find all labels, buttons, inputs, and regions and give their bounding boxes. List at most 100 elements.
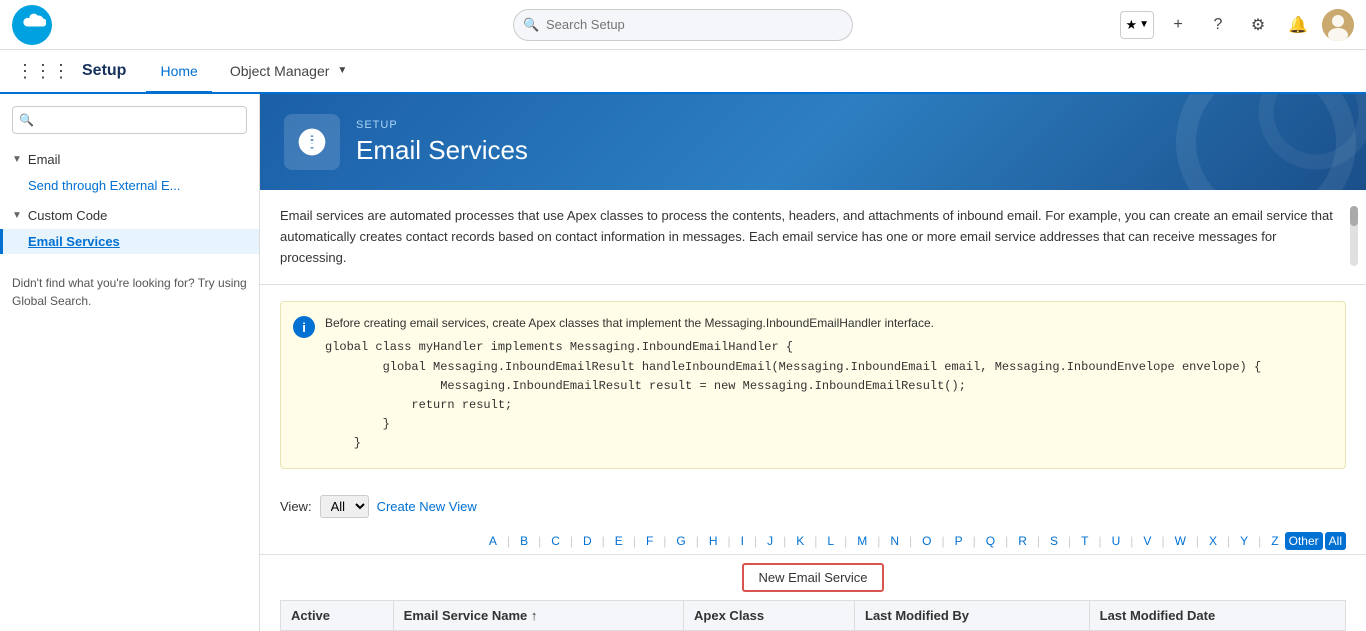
dropdown-icon: ▼: [1139, 19, 1149, 30]
alpha-letter-r[interactable]: R: [1014, 532, 1031, 550]
alpha-separator: |: [629, 532, 640, 550]
scroll-thumb: [1350, 206, 1358, 226]
alpha-separator: |: [1254, 532, 1265, 550]
alpha-letter-t[interactable]: T: [1077, 532, 1092, 550]
sidebar: 🔍 email services ▼ Email Send through Ex…: [0, 94, 260, 631]
sidebar-search-icon: 🔍: [19, 113, 34, 127]
sidebar-item-email-services[interactable]: Email Services: [0, 229, 259, 254]
content-area: SETUP Email Services Email services are …: [260, 94, 1366, 631]
new-email-btn-row: New Email Service: [280, 563, 1346, 592]
alpha-letter-w[interactable]: W: [1171, 532, 1190, 550]
sidebar-search-wrapper: 🔍 email services: [12, 106, 247, 134]
chevron-down-icon: ▼: [337, 65, 347, 76]
table-header-row: Active Email Service Name ↑ Apex Class L…: [281, 600, 1346, 630]
alpha-letter-g[interactable]: G: [672, 532, 689, 550]
alpha-letter-i[interactable]: I: [737, 532, 748, 550]
alpha-letter-h[interactable]: H: [705, 532, 722, 550]
alpha-letter-all[interactable]: All: [1325, 532, 1346, 550]
create-new-view-link[interactable]: Create New View: [377, 499, 477, 514]
alpha-separator: |: [1064, 532, 1075, 550]
alpha-letter-f[interactable]: F: [642, 532, 657, 550]
alpha-letter-m[interactable]: M: [853, 532, 871, 550]
alpha-letter-q[interactable]: Q: [982, 532, 999, 550]
table-area: New Email Service Active Email Service N…: [260, 555, 1366, 631]
code-block: global class myHandler implements Messag…: [325, 338, 1329, 453]
alpha-separator: |: [1157, 532, 1168, 550]
alpha-letter-x[interactable]: X: [1205, 532, 1221, 550]
app-title: Setup: [82, 62, 126, 80]
chevron-down-icon: ▼: [12, 154, 22, 165]
col-email-service-name[interactable]: Email Service Name ↑: [393, 600, 683, 630]
top-nav-actions: ★ ▼ + ? ⚙ 🔔: [1120, 9, 1354, 41]
page-header-text: SETUP Email Services: [356, 119, 1342, 166]
alpha-separator: |: [810, 532, 821, 550]
alpha-separator: |: [692, 532, 703, 550]
alpha-letter-j[interactable]: J: [763, 532, 777, 550]
alpha-separator: |: [1126, 532, 1137, 550]
notifications-button[interactable]: 🔔: [1282, 9, 1314, 41]
tab-home[interactable]: Home: [146, 50, 211, 94]
help-button[interactable]: ?: [1202, 9, 1234, 41]
alpha-separator: |: [1095, 532, 1106, 550]
alpha-separator: |: [969, 532, 980, 550]
view-label: View:: [280, 499, 312, 514]
alpha-letter-c[interactable]: C: [547, 532, 564, 550]
page-header-icon: [284, 114, 340, 170]
alpha-letter-u[interactable]: U: [1108, 532, 1125, 550]
alpha-separator: |: [840, 532, 851, 550]
alpha-letter-v[interactable]: V: [1139, 532, 1155, 550]
alpha-letter-s[interactable]: S: [1046, 532, 1062, 550]
sidebar-section-email-label: Email: [28, 152, 61, 167]
alpha-separator: |: [937, 532, 948, 550]
new-email-service-button[interactable]: New Email Service: [742, 563, 883, 592]
tab-object-manager[interactable]: Object Manager ▼: [216, 50, 362, 94]
alpha-letter-e[interactable]: E: [611, 532, 627, 550]
alpha-letter-other[interactable]: Other: [1285, 532, 1323, 550]
settings-button[interactable]: ⚙: [1242, 9, 1274, 41]
avatar[interactable]: [1322, 9, 1354, 41]
content-inner: SETUP Email Services Email services are …: [260, 94, 1366, 631]
page-header: SETUP Email Services: [260, 94, 1366, 190]
alpha-letter-b[interactable]: B: [516, 532, 532, 550]
chevron-down-icon: ▼: [12, 210, 22, 221]
alpha-separator: |: [503, 532, 514, 550]
sidebar-section-custom-code-header[interactable]: ▼ Custom Code: [0, 202, 259, 229]
alpha-letter-a[interactable]: A: [485, 532, 501, 550]
alpha-separator: |: [873, 532, 884, 550]
alpha-letter-l[interactable]: L: [823, 532, 838, 550]
description-text: Email services are automated processes t…: [280, 206, 1346, 268]
main-layout: 🔍 email services ▼ Email Send through Ex…: [0, 94, 1366, 631]
info-box: i Before creating email services, create…: [280, 301, 1346, 468]
info-message: Before creating email services, create A…: [325, 316, 1329, 330]
sidebar-help-text: Didn't find what you're looking for? Try…: [0, 262, 259, 322]
sidebar-section-email: ▼ Email Send through External E...: [0, 146, 259, 198]
add-button[interactable]: +: [1162, 9, 1194, 41]
alpha-separator: |: [566, 532, 577, 550]
grid-icon[interactable]: ⋮⋮⋮: [16, 61, 70, 82]
email-services-table: Active Email Service Name ↑ Apex Class L…: [280, 600, 1346, 631]
alpha-separator: |: [659, 532, 670, 550]
scroll-indicator: [1350, 206, 1358, 266]
view-select[interactable]: All: [320, 495, 369, 518]
salesforce-logo: [12, 5, 52, 45]
alpha-separator: |: [724, 532, 735, 550]
favorites-button[interactable]: ★ ▼: [1120, 11, 1154, 39]
alpha-letter-p[interactable]: P: [951, 532, 967, 550]
alpha-letter-d[interactable]: D: [579, 532, 596, 550]
alpha-letter-z[interactable]: Z: [1267, 532, 1282, 550]
sidebar-item-send-external[interactable]: Send through External E...: [0, 173, 259, 198]
alpha-separator: |: [1223, 532, 1234, 550]
second-navigation: ⋮⋮⋮ Setup Home Object Manager ▼: [0, 50, 1366, 94]
sidebar-section-email-header[interactable]: ▼ Email: [0, 146, 259, 173]
sidebar-section-custom-code: ▼ Custom Code Email Services: [0, 202, 259, 254]
alpha-letter-y[interactable]: Y: [1236, 532, 1252, 550]
sidebar-search-input[interactable]: email services: [12, 106, 247, 134]
col-apex-class: Apex Class: [684, 600, 855, 630]
alpha-letter-n[interactable]: N: [886, 532, 903, 550]
search-bar: 🔍: [513, 9, 853, 41]
alpha-separator: |: [1192, 532, 1203, 550]
alpha-separator: |: [534, 532, 545, 550]
alpha-letter-k[interactable]: K: [792, 532, 808, 550]
alpha-letter-o[interactable]: O: [918, 532, 935, 550]
search-input[interactable]: [513, 9, 853, 41]
